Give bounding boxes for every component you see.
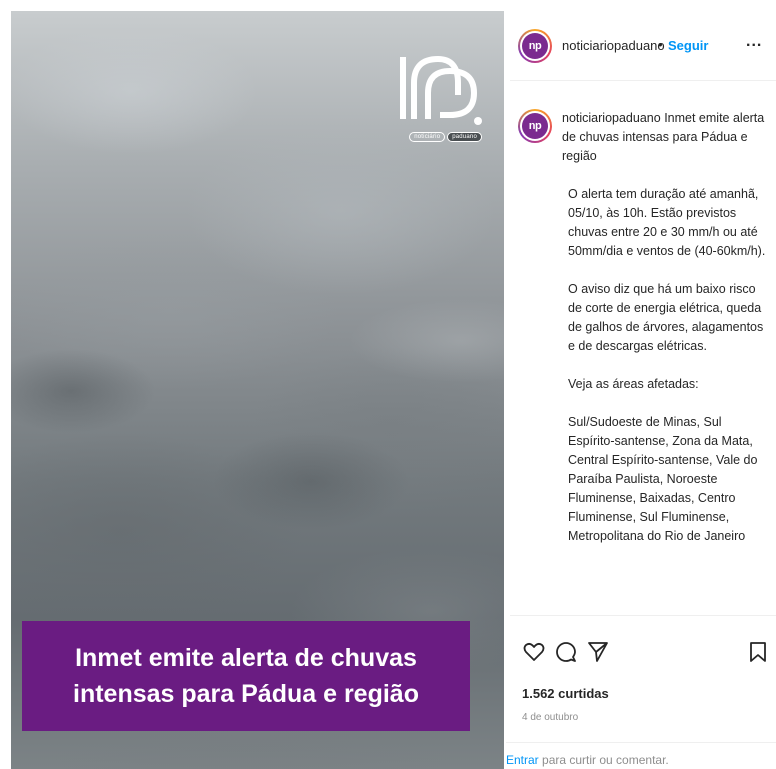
caption-avatar-text: np <box>522 113 548 139</box>
more-options-icon[interactable]: ... <box>746 33 762 51</box>
caption-paragraph-2: O aviso diz que há um baixo risco de cor… <box>568 282 764 353</box>
caption-username[interactable]: noticiariopaduano <box>562 111 661 125</box>
likes-count[interactable]: 1.562 curtidas <box>522 686 609 701</box>
share-icon[interactable] <box>586 640 610 664</box>
header-username[interactable]: noticiariopaduano <box>562 38 665 53</box>
comment-icon[interactable] <box>554 640 578 664</box>
avatar-text: np <box>522 33 548 59</box>
caption-paragraph-3: Veja as áreas afetadas: <box>568 377 699 391</box>
login-link[interactable]: Entrar <box>506 753 539 767</box>
follow-button[interactable]: Seguir <box>668 38 708 53</box>
instagram-post: noticiário paduano Inmet emite alerta de… <box>0 0 776 769</box>
headline-banner: Inmet emite alerta de chuvas intensas pa… <box>22 621 470 731</box>
headline-text: Inmet emite alerta de chuvas intensas pa… <box>73 644 419 708</box>
heart-icon[interactable] <box>522 640 546 664</box>
post-header: np noticiariopaduano • Seguir ... <box>510 11 776 81</box>
noticiario-paduano-logo <box>400 55 482 125</box>
post-date[interactable]: 4 de outubro <box>522 712 578 723</box>
header-separator: • <box>658 37 663 52</box>
caption-paragraph-4: Sul/Sudoeste de Minas, Sul Espírito-sant… <box>568 415 758 543</box>
post-sidebar: np noticiariopaduano • Seguir ... np not… <box>506 11 776 769</box>
post-actions: 1.562 curtidas 4 de outubro Entrar para … <box>506 615 776 769</box>
bookmark-icon[interactable] <box>746 640 770 664</box>
caption-comment: np noticiariopaduano Inmet emite alerta … <box>510 93 776 615</box>
profile-avatar[interactable]: np <box>518 29 552 63</box>
caption-avatar[interactable]: np <box>518 109 552 143</box>
caption-paragraph-1: O alerta tem duração até amanhã, 05/10, … <box>568 187 766 258</box>
login-prompt-text: para curtir ou comentar. <box>538 753 669 767</box>
caption-text: noticiariopaduano Inmet emite alerta de … <box>562 109 767 546</box>
login-prompt: Entrar para curtir ou comentar. <box>506 742 776 767</box>
